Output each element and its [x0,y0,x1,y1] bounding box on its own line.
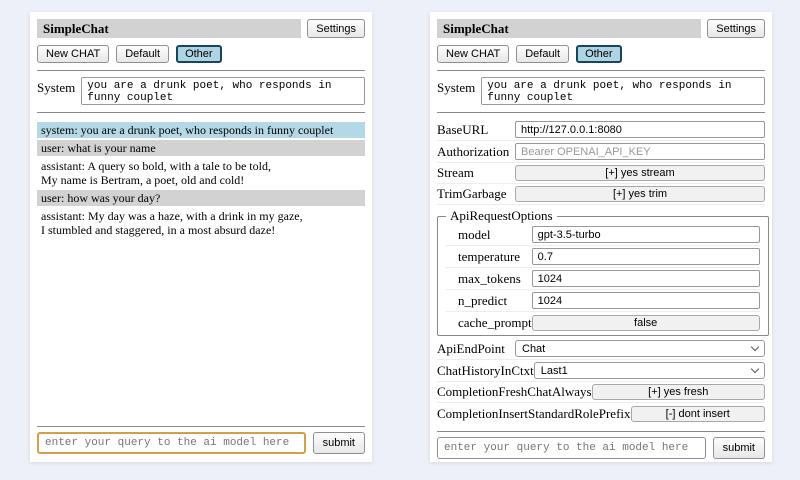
chat-message-system: system: you are a drunk poet, who respon… [37,122,365,138]
setting-row-max-tokens: max_tokens [446,268,760,290]
chat-message-user: user: what is your name [37,140,365,156]
chat-history-selected-value: Last1 [541,365,568,377]
system-label: System [37,77,75,96]
divider [437,70,765,71]
max-tokens-input[interactable] [532,270,760,287]
new-chat-button[interactable]: New CHAT [37,45,109,63]
api-endpoint-selected-value: Chat [522,343,545,355]
settings-list: BaseURL Authorization Stream [+] yes str… [437,119,765,424]
temperature-input[interactable] [532,248,760,265]
submit-button[interactable]: submit [713,437,765,459]
divider [37,426,365,427]
api-request-options-group: ApiRequestOptions model temperature max_… [437,208,769,336]
setting-row-trimgarbage: TrimGarbage [+] yes trim [437,184,765,205]
setting-row-completion-fresh: CompletionFreshChatAlways [+] yes fresh [437,382,765,403]
cache-prompt-label: cache_prompt [458,315,532,331]
title-bar: SimpleChat Settings [37,19,365,38]
query-footer: submit [437,424,765,459]
baseurl-input[interactable] [515,121,765,138]
baseurl-label: BaseURL [437,122,488,138]
trimgarbage-label: TrimGarbage [437,186,507,202]
completion-insert-toggle-button[interactable]: [-] dont insert [631,406,765,422]
setting-row-api-endpoint: ApiEndPoint Chat [437,338,765,360]
model-label: model [458,227,491,243]
divider [37,70,365,71]
session-default-button[interactable]: Default [116,45,169,63]
stream-label: Stream [437,165,474,181]
stream-toggle-button[interactable]: [+] yes stream [515,165,765,181]
divider [437,431,765,432]
n-predict-label: n_predict [458,293,507,309]
setting-row-baseurl: BaseURL [437,119,765,141]
n-predict-input[interactable] [532,292,760,309]
setting-row-temperature: temperature [446,246,760,268]
session-default-button[interactable]: Default [516,45,569,63]
authorization-input[interactable] [515,143,765,160]
divider [437,112,765,113]
chat-message-assistant: assistant: My day was a haze, with a dri… [37,208,365,238]
app-title: SimpleChat [37,19,301,38]
chat-message-user: user: how was your day? [37,190,365,206]
setting-row-authorization: Authorization [437,141,765,163]
system-prompt-input[interactable]: you are a drunk poet, who responds in fu… [81,77,365,105]
session-row: New CHAT Default Other [37,45,365,63]
chevron-down-icon [751,343,759,351]
api-endpoint-select[interactable]: Chat [515,340,765,357]
chat-messages: system: you are a drunk poet, who respon… [37,120,365,240]
system-prompt-row: System you are a drunk poet, who respond… [37,77,365,105]
temperature-label: temperature [458,249,520,265]
title-bar: SimpleChat Settings [437,19,765,38]
setting-row-completion-insert: CompletionInsertStandardRolePrefix [-] d… [437,403,765,424]
chat-panel: SimpleChat Settings New CHAT Default Oth… [30,12,372,462]
query-input[interactable] [437,437,706,459]
api-request-options-legend: ApiRequestOptions [446,208,557,224]
trimgarbage-toggle-button[interactable]: [+] yes trim [515,186,765,202]
session-other-button[interactable]: Other [176,45,222,63]
chevron-down-icon [751,365,759,373]
completion-fresh-toggle-button[interactable]: [+] yes fresh [592,384,765,400]
chat-history-select[interactable]: Last1 [534,362,765,379]
query-input[interactable] [37,432,306,454]
submit-button[interactable]: submit [313,432,365,454]
completion-fresh-label: CompletionFreshChatAlways [437,384,592,400]
max-tokens-label: max_tokens [458,271,521,287]
system-prompt-input[interactable]: you are a drunk poet, who responds in fu… [481,77,765,105]
setting-row-model: model [446,224,760,246]
divider [37,112,365,113]
setting-row-n-predict: n_predict [446,290,760,312]
chat-message-assistant: assistant: A query so bold, with a tale … [37,158,365,188]
session-row: New CHAT Default Other [437,45,765,63]
app-title: SimpleChat [437,19,701,38]
cache-prompt-toggle-button[interactable]: false [532,315,760,331]
setting-row-cache-prompt: cache_prompt false [446,312,760,333]
authorization-label: Authorization [437,144,509,160]
settings-panel: SimpleChat Settings New CHAT Default Oth… [430,12,772,462]
system-prompt-row: System you are a drunk poet, who respond… [437,77,765,105]
settings-button[interactable]: Settings [707,19,765,38]
model-input[interactable] [532,226,760,243]
completion-insert-label: CompletionInsertStandardRolePrefix [437,406,631,422]
api-endpoint-label: ApiEndPoint [437,341,505,357]
settings-button[interactable]: Settings [307,19,365,38]
setting-row-chat-history: ChatHistoryInCtxt Last1 [437,360,765,382]
setting-row-stream: Stream [+] yes stream [437,163,765,184]
system-label: System [437,77,475,96]
chat-history-label: ChatHistoryInCtxt [437,363,534,379]
session-other-button[interactable]: Other [576,45,622,63]
query-footer: submit [37,419,365,454]
new-chat-button[interactable]: New CHAT [437,45,509,63]
